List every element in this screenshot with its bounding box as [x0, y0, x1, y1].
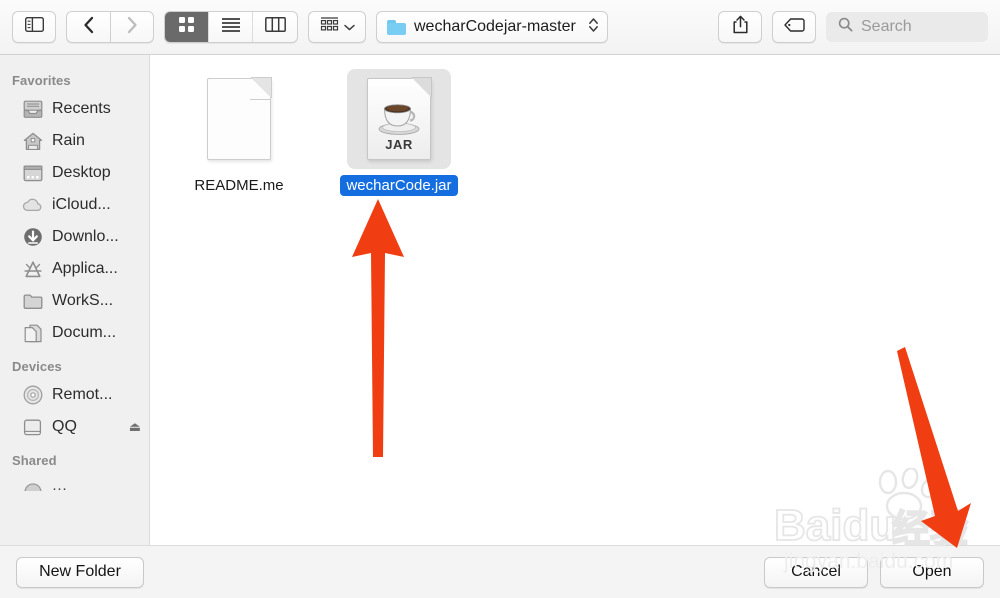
downloads-icon [22, 227, 43, 248]
sidebar-item-qq[interactable]: QQ ⏏ [0, 411, 149, 443]
path-popup-button[interactable]: wecharCodejar-master [376, 11, 608, 43]
jar-badge-label: JAR [385, 137, 413, 152]
blank-document-icon [207, 77, 272, 160]
sidebar-item-workspace[interactable]: WorkS... [0, 285, 149, 317]
file-icon-container [187, 69, 291, 169]
sidebar-item-label: Rain [52, 132, 85, 149]
cancel-button[interactable]: Cancel [764, 556, 868, 588]
icloud-icon [22, 195, 43, 216]
path-popup-label: wecharCodejar-master [414, 18, 576, 35]
toolbar: wecharCodejar-master Search [0, 0, 1000, 55]
sidebar-toggle-icon [24, 16, 44, 37]
new-folder-button[interactable]: New Folder [16, 556, 144, 588]
home-icon [22, 131, 43, 152]
sidebar-item-documents[interactable]: Docum... [0, 317, 149, 349]
coffee-cup-icon [373, 96, 425, 136]
eject-icon[interactable]: ⏏ [129, 419, 141, 435]
sidebar-item-remote-disc[interactable]: Remot... [0, 379, 149, 411]
file-icon-container: JAR [347, 69, 451, 169]
search-icon [838, 17, 853, 37]
list-view-icon [221, 17, 241, 37]
chevron-down-icon [343, 18, 355, 36]
sidebar-item-label: Downlo... [52, 228, 119, 245]
tag-button[interactable] [772, 11, 816, 43]
sidebar-item-downloads[interactable]: Downlo... [0, 221, 149, 253]
open-button[interactable]: Open [880, 556, 984, 588]
column-view-icon [264, 17, 286, 37]
back-button[interactable] [66, 11, 110, 43]
view-mode-switcher [164, 11, 298, 43]
folder-icon [22, 291, 43, 312]
sidebar-item-label: Applica... [52, 260, 118, 277]
sidebar-item-label: iCloud... [52, 196, 111, 213]
sidebar-item-label: Remot... [52, 386, 113, 403]
external-drive-icon [22, 417, 43, 438]
sidebar-item-desktop[interactable]: Desktop [0, 157, 149, 189]
sidebar-item-shared-clipped[interactable]: ··· [0, 473, 149, 491]
file-open-dialog: wecharCodejar-master Search Favorites Re… [0, 0, 1000, 598]
file-name-label: README.me [194, 177, 284, 194]
search-field[interactable]: Search [826, 12, 988, 42]
arrange-by-icon [320, 17, 339, 37]
shared-server-icon [22, 478, 43, 491]
sidebar-item-label: QQ [52, 418, 77, 435]
file-item-readme[interactable]: README.me [170, 69, 308, 196]
annotation-arrow-to-jar-file [342, 195, 414, 470]
share-icon [732, 15, 749, 39]
documents-icon [22, 323, 43, 344]
grid-view-icon [178, 16, 195, 38]
sidebar-section-header-devices: Devices [12, 359, 62, 374]
applications-icon [22, 259, 43, 280]
desktop-icon [22, 163, 43, 184]
arrange-by-button[interactable] [308, 11, 366, 43]
file-browser-pane[interactable]: README.me JAR wecharCode.jar [150, 55, 1000, 545]
bottom-bar: New Folder Cancel Open [0, 545, 1000, 598]
file-name-label: wecharCode.jar [340, 175, 458, 196]
chevron-left-icon [83, 16, 95, 39]
up-down-stepper-icon [588, 16, 599, 39]
jar-file-icon: JAR [367, 77, 432, 160]
sidebar-item-icloud[interactable]: iCloud... [0, 189, 149, 221]
search-placeholder: Search [861, 18, 912, 35]
sidebar-toggle-button[interactable] [12, 11, 56, 43]
sidebar-item-rain[interactable]: Rain [0, 125, 149, 157]
recents-icon [22, 99, 43, 120]
sidebar-section-header-shared: Shared [12, 453, 57, 468]
sidebar-item-label: Desktop [52, 164, 111, 181]
share-button[interactable] [718, 11, 762, 43]
sidebar-item-applications[interactable]: Applica... [0, 253, 149, 285]
dialog-body: Favorites Recents Rain Desktop iCloud...… [0, 55, 1000, 573]
sidebar-section-header-favorites: Favorites [12, 73, 71, 88]
sidebar: Favorites Recents Rain Desktop iCloud...… [0, 55, 150, 545]
forward-button[interactable] [110, 11, 154, 43]
chevron-right-icon [126, 16, 138, 39]
view-mode-column-button[interactable] [253, 12, 297, 42]
sidebar-item-label: Docum... [52, 324, 117, 341]
sidebar-item-label: WorkS... [52, 292, 114, 309]
tag-icon [783, 17, 805, 37]
view-mode-list-button[interactable] [209, 12, 253, 42]
file-item-wecharcode-jar[interactable]: JAR wecharCode.jar [330, 69, 468, 196]
view-mode-icon-button[interactable] [165, 12, 209, 42]
folder-icon [387, 19, 406, 35]
remote-disc-icon [22, 385, 43, 406]
sidebar-item-label: Recents [52, 100, 111, 117]
sidebar-item-recents[interactable]: Recents [0, 93, 149, 125]
file-grid: README.me JAR wecharCode.jar [170, 69, 1000, 196]
navigation-buttons [66, 11, 154, 43]
